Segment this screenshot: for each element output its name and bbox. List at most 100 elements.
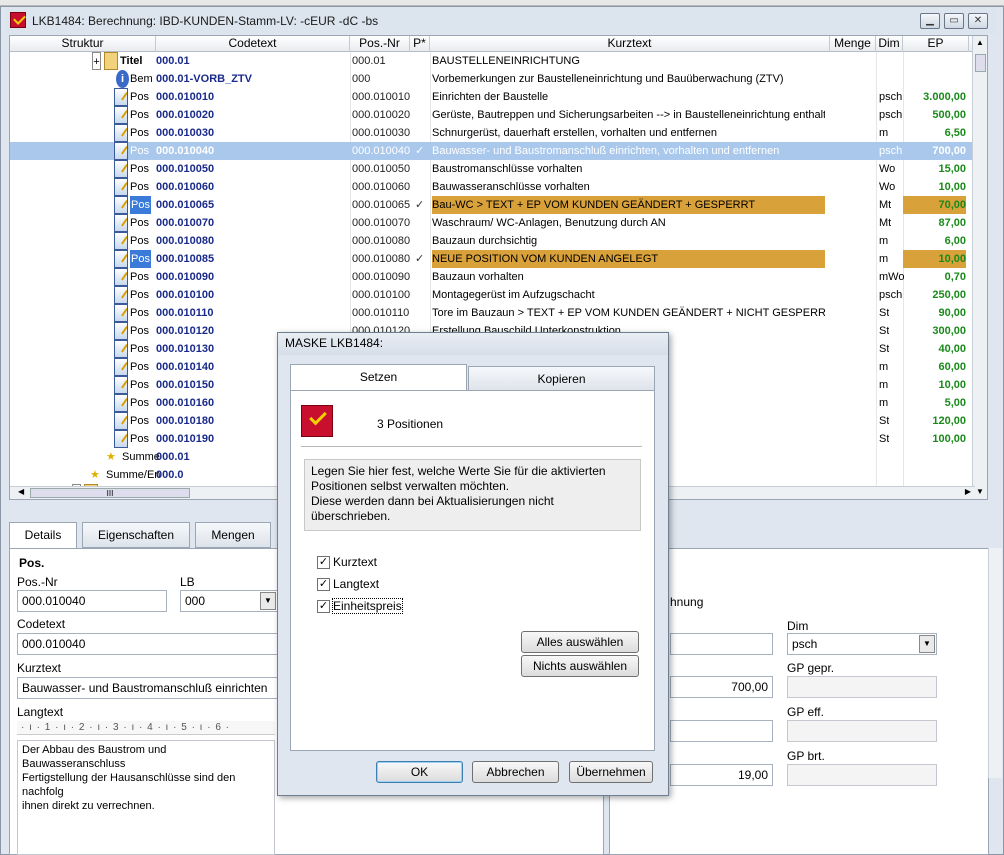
grid-vertical-scrollbar[interactable]: ▲ ▼	[972, 36, 987, 499]
codetext-cell: 000.010080	[156, 235, 215, 247]
tree-label: Pos	[130, 343, 149, 355]
table-row[interactable]: Pos 000.010060 000.010060 Bauwasseranschlüs…	[10, 178, 975, 196]
tree-label: Pos	[130, 235, 149, 247]
posnr-label: Pos.-Nr	[17, 575, 58, 589]
ep-cell: 3.000,00	[923, 91, 966, 103]
codetext-cell: 000.01-VORB_ZTV	[156, 73, 252, 85]
col-dim[interactable]: Dim	[876, 36, 903, 52]
cancel-button[interactable]: Abbrechen	[472, 761, 559, 783]
kurztext-field[interactable]: Bauwasser- und Baustromanschluß einricht…	[17, 677, 279, 699]
ep-cell	[903, 70, 966, 88]
col-p[interactable]: P*	[410, 36, 430, 52]
col-kurztext[interactable]: Kurztext	[430, 36, 830, 52]
dim-cell: St	[879, 307, 890, 319]
table-row[interactable]: + Titel 000.01 000.01 BAUSTELLENEINRICHTUNG	[10, 52, 975, 70]
table-row[interactable]: Pos 000.010070 000.010070 Waschraum/ WC-Anl…	[10, 214, 975, 232]
table-row[interactable]: Pos 000.010080 000.010080 Bauzaun durchsich…	[10, 232, 975, 250]
langtext-checkbox[interactable]: ✓	[317, 578, 330, 591]
table-row[interactable]: Pos 000.010100 000.010100 Montagegerüst im …	[10, 286, 975, 304]
tab-details[interactable]: Details	[9, 522, 77, 550]
col-codetext[interactable]: Codetext	[156, 36, 350, 52]
codetext-cell: 000.010180	[156, 415, 215, 427]
tab-kopieren[interactable]: Kopieren	[468, 366, 655, 392]
apply-button[interactable]: Übernehmen	[569, 761, 653, 783]
info-icon: i	[116, 70, 129, 88]
dim-cell: m	[879, 235, 889, 247]
codetext-cell: 000.010065	[156, 199, 215, 211]
right-field-1[interactable]	[670, 633, 773, 655]
einheitspreis-checkbox[interactable]: ✓	[317, 600, 330, 613]
scroll-right-icon[interactable]: ▶	[965, 487, 971, 496]
col-struktur[interactable]: Struktur	[10, 36, 156, 52]
posnr-cell: 000.01	[352, 55, 386, 67]
table-row[interactable]: Pos 000.010020 000.010020 Gerüste, Bautrepp…	[10, 106, 975, 124]
right-scrollbar[interactable]	[988, 548, 1002, 778]
table-row[interactable]: Pos 000.010065 000.010065 ✓ Bau-WC > TEXT + …	[10, 196, 975, 214]
codetext-field[interactable]: 000.010040	[17, 633, 279, 655]
kurztext-option-label[interactable]: Kurztext	[333, 555, 377, 569]
table-row[interactable]: Pos 000.010030 000.010030 Schnurgerüst, dau…	[10, 124, 975, 142]
mwst-field[interactable]: 19,00	[670, 764, 773, 786]
tree-label: Pos	[130, 196, 151, 214]
ep-cell: 300,00	[932, 325, 966, 337]
dim-select[interactable]: psch ▼	[787, 633, 937, 655]
codetext-cell: 000.010010	[156, 91, 215, 103]
table-row[interactable]: Pos 000.010085 000.010080 ✓ NEUE POSITION VO…	[10, 250, 975, 268]
position-icon	[114, 160, 128, 178]
table-row[interactable]: Pos 000.010090 000.010090 Bauzaun vorhalten…	[10, 268, 975, 286]
einheitspreis-option-label[interactable]: Einheitspreis	[332, 598, 403, 614]
col-ep[interactable]: EP	[903, 36, 969, 52]
table-row[interactable]: i Bem 000.01-VORB_ZTV 000 Vorbemerkungen zur…	[10, 70, 975, 88]
col-posnr[interactable]: Pos.-Nr	[350, 36, 410, 52]
table-row[interactable]: Pos 000.010010 000.010010 Einrichten der Ba…	[10, 88, 975, 106]
table-row[interactable]: Pos 000.010050 000.010050 Baustromanschlüss…	[10, 160, 975, 178]
scroll-down-icon[interactable]: ▼	[974, 487, 986, 499]
ep-cell: 90,00	[938, 307, 966, 319]
table-row[interactable]: Pos 000.010110 000.010110 Tore im Bauzaun >…	[10, 304, 975, 322]
posnr-cell: 000.010060	[352, 181, 411, 193]
gp-eff-field	[787, 720, 937, 742]
minimize-button[interactable]: ▁	[920, 13, 940, 29]
dim-cell: Wo	[879, 163, 896, 175]
position-icon	[114, 322, 128, 340]
folder-icon	[104, 52, 118, 70]
tab-eigenschaften[interactable]: Eigenschaften	[82, 522, 190, 548]
kurztext-cell: Bauzaun vorhalten	[432, 271, 524, 283]
dim-cell: m	[879, 253, 889, 265]
maximize-button[interactable]: ▭	[944, 13, 964, 29]
posnr-cell: 000	[352, 73, 371, 85]
tree-label: Pos	[130, 181, 149, 193]
kurztext-checkbox[interactable]: ✓	[317, 556, 330, 569]
posnr-field[interactable]: 000.010040	[17, 590, 167, 612]
expand-icon[interactable]: +	[92, 52, 101, 70]
scroll-left-icon[interactable]: ◀	[18, 487, 24, 496]
langtext-editor[interactable]: Der Abbau des Baustrom und Bauwasseransc…	[17, 740, 275, 855]
select-all-button[interactable]: Alles auswählen	[521, 631, 639, 653]
scroll-thumb[interactable]	[975, 54, 986, 72]
tab-mengen[interactable]: Mengen	[195, 522, 271, 548]
codetext-cell: 000.010160	[156, 397, 215, 409]
select-none-button[interactable]: Nichts auswählen	[521, 655, 639, 677]
codetext-cell: 000.010150	[156, 379, 215, 391]
codetext-cell: 000.010030	[156, 127, 215, 139]
codetext-cell: 000.010085	[156, 253, 215, 265]
scroll-up-icon[interactable]: ▲	[974, 38, 986, 50]
close-button[interactable]: ✕	[968, 13, 988, 29]
col-menge[interactable]: Menge	[830, 36, 876, 52]
hscroll-thumb[interactable]: III	[30, 488, 190, 498]
gp-brt-label: GP brt.	[787, 749, 825, 763]
chevron-down-icon[interactable]: ▼	[260, 592, 276, 610]
positions-count: 3 Positionen	[377, 417, 444, 431]
right-field-3[interactable]	[670, 720, 773, 742]
lb-select[interactable]: 000 ▼	[180, 590, 278, 612]
position-icon	[114, 106, 128, 124]
ep-cell: 250,00	[932, 289, 966, 301]
ep-field[interactable]: 700,00	[670, 676, 773, 698]
tab-setzen[interactable]: Setzen	[290, 364, 467, 391]
gp-gepr-label: GP gepr.	[787, 661, 835, 675]
langtext-option-label[interactable]: Langtext	[333, 577, 379, 591]
chevron-down-icon[interactable]: ▼	[919, 635, 935, 653]
tree-label: Pos	[130, 397, 149, 409]
table-row[interactable]: Pos 000.010040 000.010040 ✓ Bauwasser- und B…	[10, 142, 975, 160]
ok-button[interactable]: OK	[376, 761, 463, 783]
